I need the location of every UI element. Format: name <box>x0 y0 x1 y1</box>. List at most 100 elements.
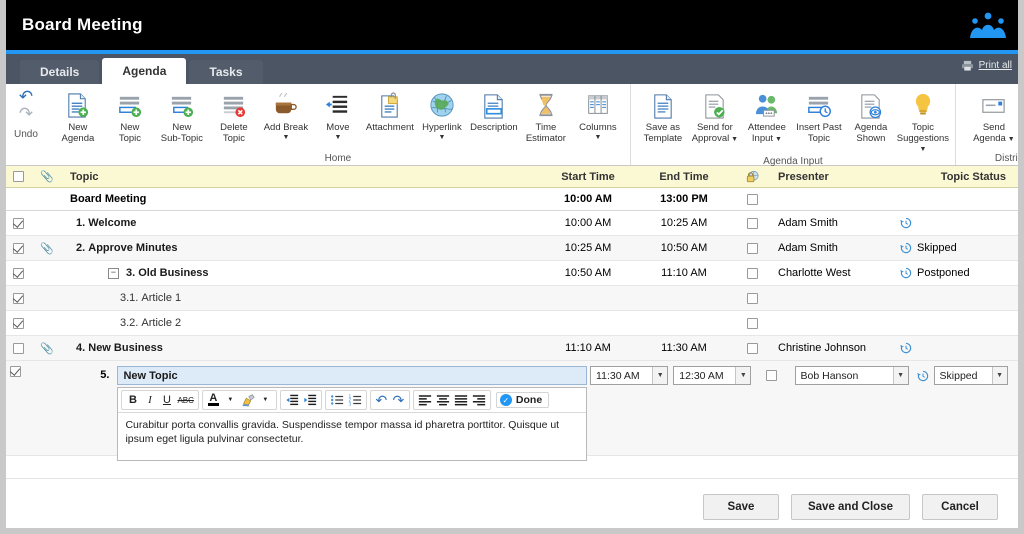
row-end-time[interactable]: 11:30 AM <box>636 342 732 354</box>
topic-status-select[interactable]: Skipped ▼ <box>933 366 1008 385</box>
column-header-topic-status[interactable]: Topic Status <box>892 171 1024 183</box>
table-row[interactable]: − 3. Old Business 10:50 AM 11:10 AM Char… <box>0 261 1024 286</box>
add-break-button[interactable]: Add Break ▼ <box>260 88 312 141</box>
start-time-select[interactable]: 11:30 AM ▼ <box>590 366 669 385</box>
numbered-list-icon[interactable]: 123 <box>346 392 364 408</box>
highlight-caret-icon[interactable]: ▼ <box>257 392 274 408</box>
attendee-input-caret-icon[interactable]: ▼ <box>773 136 782 143</box>
row-status-cell[interactable]: Skipped <box>892 242 1024 254</box>
row-topic-cell[interactable]: 3.1. Article 1 <box>58 292 540 304</box>
increase-indent-icon[interactable] <box>301 392 319 408</box>
row-private-checkbox[interactable] <box>746 317 758 329</box>
row-status-cell[interactable]: Postponed <box>892 267 1024 279</box>
bullet-list-icon[interactable] <box>328 392 346 408</box>
decrease-indent-icon[interactable] <box>283 392 301 408</box>
cancel-button[interactable]: Cancel <box>922 493 998 520</box>
bold-button[interactable]: B <box>124 392 141 408</box>
checkbox-icon[interactable] <box>12 171 24 182</box>
editing-row[interactable]: 5. B I U ABC <box>0 361 1024 461</box>
row-checkbox[interactable] <box>12 342 24 354</box>
hyperlink-caret-icon[interactable]: ▼ <box>438 134 445 141</box>
strikethrough-button[interactable]: ABC <box>175 392 195 408</box>
topic-suggestions-button[interactable]: Topic Suggestions ▼ <box>897 88 949 155</box>
row-end-time[interactable]: 10:50 AM <box>636 242 732 254</box>
row-start-time[interactable]: 10:00 AM <box>540 217 636 229</box>
clock-history-icon[interactable] <box>900 342 912 354</box>
move-button[interactable]: Move ▼ <box>312 88 364 141</box>
print-all-action[interactable]: Print all <box>961 60 1012 71</box>
attachment-button[interactable]: Attachment <box>364 88 416 134</box>
tab-tasks[interactable]: Tasks <box>189 60 263 84</box>
underline-button[interactable]: U <box>158 392 175 408</box>
redo-arrow-icon[interactable]: ↷ <box>19 105 33 122</box>
tab-agenda[interactable]: Agenda <box>102 58 187 84</box>
row-private-cell[interactable] <box>732 242 772 254</box>
columns-button[interactable]: Columns ▼ <box>572 88 624 141</box>
save-button[interactable]: Save <box>702 493 779 520</box>
row-private-checkbox[interactable] <box>746 342 758 354</box>
font-color-caret-icon[interactable]: ▼ <box>222 392 239 408</box>
row-private-cell[interactable] <box>732 317 772 329</box>
undo-arrow-icon[interactable]: ↶ <box>19 88 33 105</box>
row-private-checkbox[interactable] <box>746 267 758 279</box>
save-and-close-button[interactable]: Save and Close <box>790 493 910 520</box>
row-end-time[interactable]: 11:10 AM <box>636 267 732 279</box>
save-as-template-button[interactable]: Save as Template <box>637 88 689 144</box>
row-private-checkbox[interactable] <box>746 217 758 229</box>
hyperlink-button[interactable]: Hyperlink ▼ <box>416 88 468 141</box>
row-presenter[interactable]: Christine Johnson <box>772 342 892 354</box>
rich-text-editor[interactable]: B I U ABC A ▼ ▼ 1 2 3 ↶ ↷ ✓ Done Curabit… <box>117 387 588 461</box>
attendee-input-button[interactable]: Attendee Input ▼ <box>741 88 793 144</box>
chevron-down-icon[interactable]: ▼ <box>652 367 668 384</box>
topic-suggestions-caret-icon[interactable]: ▼ <box>919 146 926 153</box>
column-header-start-time[interactable]: Start Time <box>540 171 636 183</box>
highlighter-icon[interactable] <box>239 392 257 408</box>
send-agenda-caret-icon[interactable]: ▼ <box>1006 136 1015 143</box>
table-row[interactable]: 3.1. Article 1 <box>0 286 1024 311</box>
insert-past-topic-button[interactable]: Insert Past Topic <box>793 88 845 144</box>
clock-history-icon[interactable] <box>900 217 912 229</box>
row-attachment-cell[interactable]: 📎 <box>36 242 58 255</box>
column-header-presenter[interactable]: Presenter <box>772 171 892 183</box>
align-center-icon[interactable] <box>434 392 452 408</box>
presenter-select[interactable]: Bob Hanson ▼ <box>794 366 909 385</box>
row-checkbox[interactable] <box>12 292 24 304</box>
paperclip-icon[interactable]: 📎 <box>40 242 54 255</box>
row-private-cell[interactable] <box>732 292 772 304</box>
collapse-expander-icon[interactable]: − <box>108 267 119 279</box>
row-private-cell[interactable] <box>732 342 772 354</box>
time-estimator-button[interactable]: Time Estimator <box>520 88 572 144</box>
clock-history-icon[interactable] <box>916 370 929 382</box>
redo-icon[interactable]: ↷ <box>390 392 407 408</box>
end-time-select[interactable]: 12:30 AM ▼ <box>673 366 752 385</box>
row-start-time[interactable]: 10:50 AM <box>540 267 636 279</box>
row-presenter[interactable]: Adam Smith <box>772 242 892 254</box>
send-for-approval-button[interactable]: Send for Approval ▼ <box>689 88 741 144</box>
row-checkbox[interactable] <box>12 242 24 254</box>
row-private-cell[interactable] <box>732 267 772 279</box>
send-agenda-button[interactable]: Send Agenda ▼ <box>968 88 1020 144</box>
table-row[interactable]: 📎 2. Approve Minutes 10:25 AM 10:50 AM A… <box>0 236 1024 261</box>
undo-icon[interactable]: ↶ <box>373 392 390 408</box>
table-row[interactable]: 1. Welcome 10:00 AM 10:25 AM Adam Smith <box>0 211 1024 236</box>
paperclip-icon[interactable]: 📎 <box>40 342 54 355</box>
chevron-down-icon[interactable]: ▼ <box>991 367 1007 384</box>
row-checkbox[interactable] <box>12 217 24 229</box>
row-topic-cell[interactable]: 4. New Business <box>58 342 540 354</box>
font-color-button[interactable]: A <box>205 392 222 408</box>
chevron-down-icon[interactable]: ▼ <box>892 367 908 384</box>
new-agenda-button[interactable]: New Agenda <box>52 88 104 144</box>
tab-details[interactable]: Details <box>20 60 100 84</box>
row-topic-cell[interactable]: 1. Welcome <box>58 217 540 229</box>
align-right-icon[interactable] <box>470 392 488 408</box>
row-private-checkbox[interactable] <box>746 242 758 254</box>
row-checkbox[interactable] <box>12 267 24 279</box>
table-row[interactable]: 3.2. Article 2 <box>0 311 1024 336</box>
row-checkbox[interactable] <box>10 366 22 377</box>
clock-history-icon[interactable] <box>900 242 912 254</box>
row-end-time[interactable]: 10:25 AM <box>636 217 732 229</box>
italic-button[interactable]: I <box>141 392 158 408</box>
topic-input[interactable] <box>117 366 588 385</box>
row-topic-cell[interactable]: 2. Approve Minutes <box>58 242 540 254</box>
row-private-checkbox[interactable] <box>746 292 758 304</box>
